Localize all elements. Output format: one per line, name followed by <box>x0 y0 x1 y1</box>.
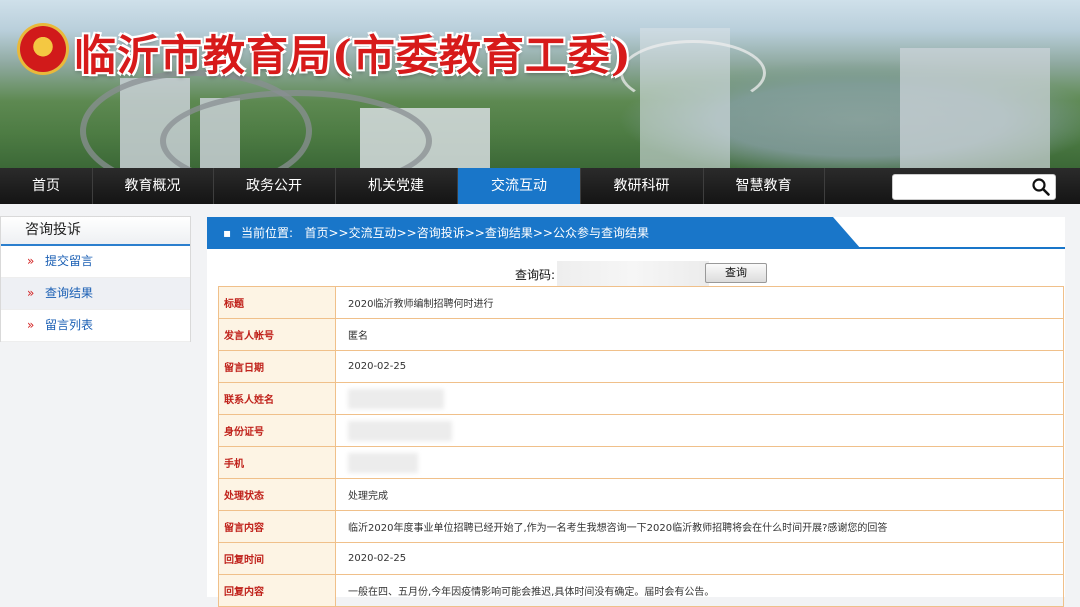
row-value-account: 匿名 <box>335 318 1064 351</box>
national-emblem-icon: ★ <box>20 26 66 72</box>
sidebar-item-submit-message[interactable]: » 提交留言 <box>1 246 190 278</box>
nav-item-smart-education[interactable]: 智慧教育 <box>703 168 825 204</box>
redacted-block <box>348 452 418 473</box>
row-value-contact-name <box>335 382 1064 415</box>
sidebar: 咨询投诉 » 提交留言 » 查询结果 » 留言列表 <box>0 216 191 342</box>
breadcrumb-home[interactable]: 首页 <box>304 226 328 240</box>
sidebar-item-query-results[interactable]: » 查询结果 <box>1 278 190 310</box>
sidebar-title: 咨询投诉 <box>1 217 190 246</box>
search-input[interactable] <box>897 177 1029 197</box>
skyline-building <box>900 48 1050 168</box>
breadcrumb-separator: >> <box>464 226 485 240</box>
square-bullet-icon: ▪ <box>223 226 232 240</box>
breadcrumb-interaction[interactable]: 交流互动 <box>349 226 397 240</box>
table-row: 回复内容 一般在四、五月份,今年因疫情影响可能会推迟,具体时间没有确定。届时会有… <box>218 574 1064 607</box>
nav-item-government-affairs[interactable]: 政务公开 <box>213 168 336 204</box>
row-label-reply-content: 回复内容 <box>218 574 336 607</box>
row-label-status: 处理状态 <box>218 478 336 511</box>
breadcrumb-separator: >> <box>396 226 417 240</box>
query-code-input[interactable] <box>557 261 709 287</box>
row-value-reply-content: 一般在四、五月份,今年因疫情影响可能会推迟,具体时间没有确定。届时会有公告。 <box>335 574 1064 607</box>
sidebar-item-label: 查询结果 <box>45 286 94 300</box>
redacted-block <box>348 420 452 441</box>
main-nav: 首页 教育概况 政务公开 机关党建 交流互动 教研科研 智慧教育 <box>0 168 1080 204</box>
table-row: 留言日期 2020-02-25 <box>218 350 1064 383</box>
breadcrumb-separator: >> <box>328 226 349 240</box>
breadcrumb-query-results[interactable]: 查询结果 <box>485 226 533 240</box>
breadcrumb: ▪ 当前位置: 首页>>交流互动>>咨询投诉>>查询结果>>公众参与查询结果 <box>207 217 861 249</box>
table-row: 标题 2020临沂教师编制招聘何时进行 <box>218 286 1064 319</box>
nav-item-research[interactable]: 教研科研 <box>580 168 704 204</box>
double-arrow-icon: » <box>27 286 35 300</box>
breadcrumb-current: 公众参与查询结果 <box>552 226 649 240</box>
row-label-account: 发言人帐号 <box>218 318 336 351</box>
record-table: 标题 2020临沂教师编制招聘何时进行 发言人帐号 匿名 留言日期 2020-0… <box>218 286 1064 607</box>
double-arrow-icon: » <box>27 318 35 332</box>
redacted-block <box>348 388 444 409</box>
row-value-title: 2020临沂教师编制招聘何时进行 <box>335 286 1064 319</box>
nav-item-overview[interactable]: 教育概况 <box>92 168 214 204</box>
row-label-message-date: 留言日期 <box>218 350 336 383</box>
double-arrow-icon: » <box>27 254 35 268</box>
query-code-label: 查询码: <box>515 268 556 282</box>
row-value-message-content: 临沂2020年度事业单位招聘已经开始了,作为一名考生我想咨询一下2020临沂教师… <box>335 510 1064 543</box>
table-row: 回复时间 2020-02-25 <box>218 542 1064 575</box>
row-label-reply-time: 回复时间 <box>218 542 336 575</box>
site-banner: ★ 临沂市教育局(市委教育工委) <box>0 0 1080 168</box>
row-value-message-date: 2020-02-25 <box>335 350 1064 383</box>
row-label-phone: 手机 <box>218 446 336 479</box>
search-box <box>892 174 1056 200</box>
sidebar-item-message-list[interactable]: » 留言列表 <box>1 310 190 342</box>
breadcrumb-underline <box>207 247 1065 249</box>
row-value-reply-time: 2020-02-25 <box>335 542 1064 575</box>
breadcrumb-prefix: 当前位置: <box>240 226 294 240</box>
row-value-phone <box>335 446 1064 479</box>
nav-item-party-building[interactable]: 机关党建 <box>335 168 458 204</box>
row-label-title: 标题 <box>218 286 336 319</box>
nav-item-interaction[interactable]: 交流互动 <box>458 168 581 204</box>
query-button[interactable]: 查询 <box>705 263 767 283</box>
table-row: 身份证号 <box>218 414 1064 447</box>
table-row: 发言人帐号 匿名 <box>218 318 1064 351</box>
nav-item-home[interactable]: 首页 <box>0 168 93 204</box>
breadcrumb-separator: >> <box>532 226 553 240</box>
table-row: 手机 <box>218 446 1064 479</box>
table-row: 处理状态 处理完成 <box>218 478 1064 511</box>
query-bar: 查询码: 查询 <box>207 261 1065 287</box>
bridge-arch-decoration <box>620 40 766 106</box>
sidebar-item-label: 提交留言 <box>45 254 94 268</box>
row-value-id-number <box>335 414 1064 447</box>
breadcrumb-consult[interactable]: 咨询投诉 <box>417 226 465 240</box>
main-content: ▪ 当前位置: 首页>>交流互动>>咨询投诉>>查询结果>>公众参与查询结果 查… <box>207 217 1065 607</box>
row-label-message-content: 留言内容 <box>218 510 336 543</box>
magnifier-icon[interactable] <box>1031 177 1051 197</box>
row-label-id-number: 身份证号 <box>218 414 336 447</box>
site-title: 临沂市教育局(市委教育工委) <box>74 31 632 80</box>
row-label-contact-name: 联系人姓名 <box>218 382 336 415</box>
row-value-status: 处理完成 <box>335 478 1064 511</box>
sidebar-item-label: 留言列表 <box>45 318 94 332</box>
table-row: 留言内容 临沂2020年度事业单位招聘已经开始了,作为一名考生我想咨询一下202… <box>218 510 1064 543</box>
table-row: 联系人姓名 <box>218 382 1064 415</box>
